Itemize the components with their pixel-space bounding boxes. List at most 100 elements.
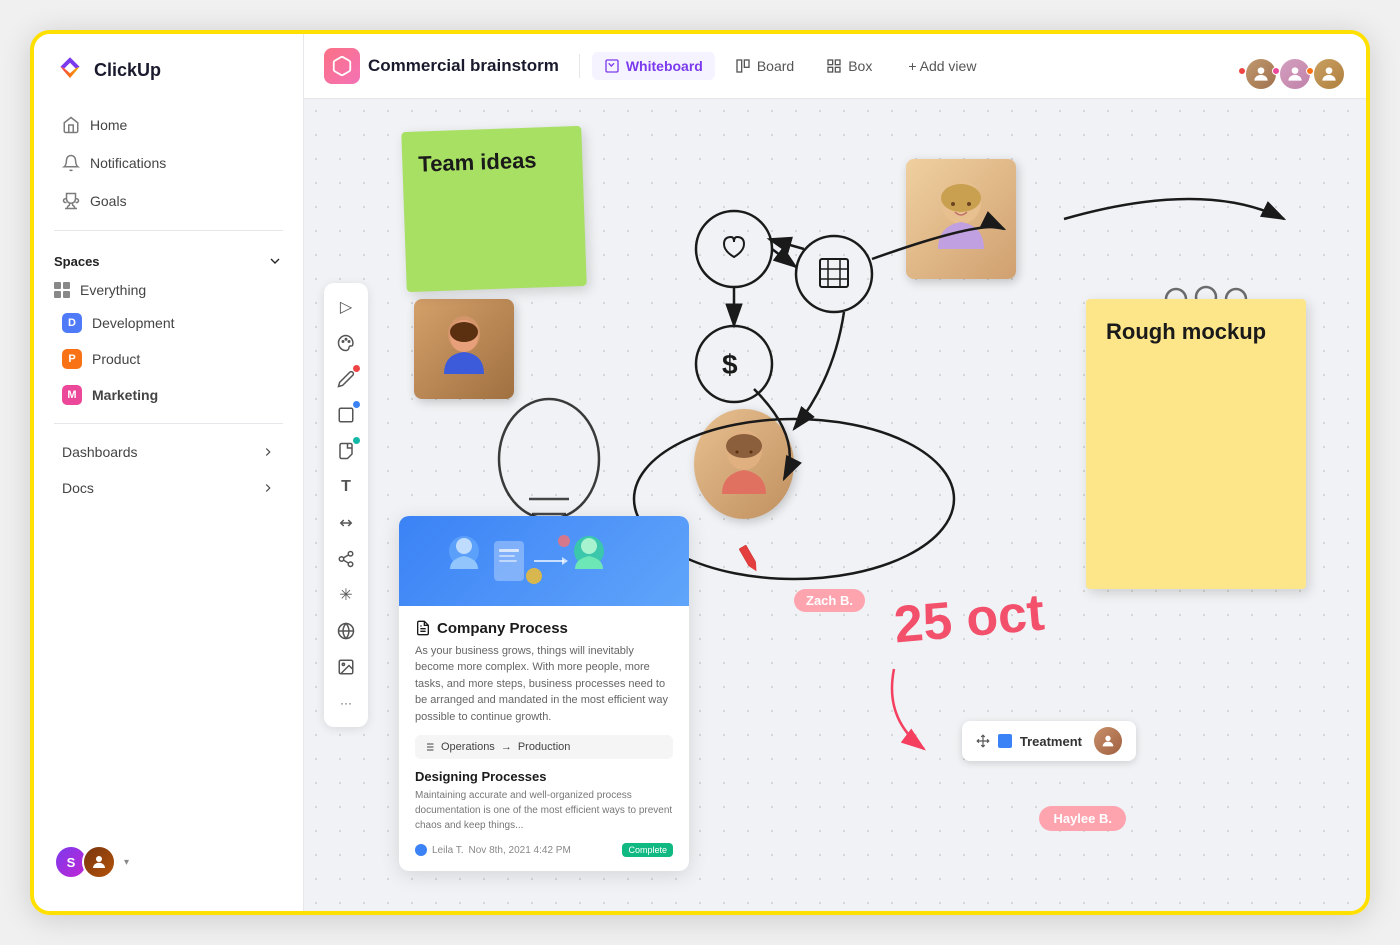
doc-complete-badge: Complete <box>622 843 673 857</box>
chevron-right-icon-2 <box>261 481 275 495</box>
person-photo-3 <box>694 409 794 519</box>
tool-palette[interactable] <box>330 327 362 359</box>
presence-dot-3 <box>1306 67 1314 75</box>
tool-globe[interactable] <box>330 615 362 647</box>
sidebar-item-docs[interactable]: Docs <box>42 471 295 505</box>
sticky-note-yellow[interactable]: Rough mockup <box>1086 299 1306 589</box>
doc-icon <box>415 620 431 636</box>
tool-text[interactable]: T <box>330 471 362 503</box>
everything-label: Everything <box>80 282 146 298</box>
collaborator-avatars <box>1244 57 1346 75</box>
sidebar-item-notifications[interactable]: Notifications <box>42 145 295 181</box>
dashboards-label: Dashboards <box>62 444 138 460</box>
topbar: Commercial brainstorm Whiteboard Board B… <box>304 34 1366 99</box>
doc-flow: Operations → Production <box>415 735 673 759</box>
presence-dot-2 <box>1272 67 1280 75</box>
whiteboard-label: Whiteboard <box>626 58 703 74</box>
doc-card-header <box>399 516 689 606</box>
sidebar-item-home[interactable]: Home <box>42 107 295 143</box>
sidebar-item-goals[interactable]: Goals <box>42 183 295 219</box>
pencil-dot <box>353 365 360 372</box>
doc-title: Company Process <box>415 620 673 637</box>
doc-section-title: Designing Processes <box>415 769 673 784</box>
doc-section-text: Maintaining accurate and well-organized … <box>415 788 673 833</box>
doc-card[interactable]: Company Process As your business grows, … <box>399 516 689 872</box>
haylee-label: Haylee B. <box>1039 806 1126 831</box>
divider-1 <box>54 230 283 231</box>
board-label: Board <box>757 58 794 74</box>
person-1-svg <box>434 314 494 384</box>
app-name: ClickUp <box>94 60 161 81</box>
user-avatar-2 <box>82 845 116 879</box>
tool-pencil[interactable] <box>330 363 362 395</box>
whiteboard-icon <box>604 58 620 74</box>
sidebar-item-development[interactable]: D Development <box>42 306 295 340</box>
sidebar: ClickUp Home Notifications Goals Spaces … <box>34 34 304 911</box>
tool-sticky[interactable] <box>330 435 362 467</box>
collab-3-container <box>1312 57 1346 75</box>
bell-icon <box>62 154 80 172</box>
main-content: Commercial brainstorm Whiteboard Board B… <box>304 34 1366 911</box>
tool-network[interactable] <box>330 543 362 575</box>
rect-dot <box>353 401 360 408</box>
notifications-label: Notifications <box>90 155 166 171</box>
tool-rectangle[interactable] <box>330 399 362 431</box>
canvas-toolbar: ▷ T <box>324 283 368 727</box>
development-label: Development <box>92 315 175 331</box>
doc-author-dot <box>415 844 427 856</box>
user-area[interactable]: S ▾ <box>34 833 303 891</box>
sticky-note-green[interactable]: Team ideas <box>401 126 586 292</box>
project-icon <box>324 48 360 84</box>
view-tab-whiteboard[interactable]: Whiteboard <box>592 52 715 80</box>
doc-illustration <box>424 521 664 601</box>
product-badge: P <box>62 349 82 369</box>
sticky-yellow-text: Rough mockup <box>1106 319 1266 344</box>
sticky-green-text: Team ideas <box>418 147 537 176</box>
box-icon <box>826 58 842 74</box>
canvas-area[interactable]: ▷ T <box>304 99 1366 911</box>
treatment-color-icon <box>998 734 1012 748</box>
spaces-header: Spaces <box>34 241 303 275</box>
marketing-label: Marketing <box>92 387 158 403</box>
doc-author: Leila T. Nov 8th, 2021 4:42 PM <box>415 844 571 856</box>
sidebar-item-marketing[interactable]: M Marketing <box>42 378 295 412</box>
add-view-button[interactable]: + Add view <box>896 52 988 80</box>
box-label: Box <box>848 58 872 74</box>
view-tab-board[interactable]: Board <box>723 52 806 80</box>
person-photo-2 <box>906 159 1016 279</box>
product-label: Product <box>92 351 140 367</box>
person-photo-1 <box>414 299 514 399</box>
sidebar-item-product[interactable]: P Product <box>42 342 295 376</box>
tool-image[interactable] <box>330 651 362 683</box>
svg-text:$: $ <box>722 349 738 380</box>
tool-sparkle[interactable]: ✳ <box>330 579 362 611</box>
home-icon <box>62 116 80 134</box>
zach-label: Zach B. <box>794 589 865 612</box>
tool-cursor[interactable]: ▷ <box>330 291 362 323</box>
chevron-right-icon <box>261 445 275 459</box>
presence-dot-1 <box>1238 67 1246 75</box>
sticky-dot <box>353 437 360 444</box>
tool-connector[interactable] <box>330 507 362 539</box>
goals-label: Goals <box>90 193 127 209</box>
treatment-card: Treatment <box>962 721 1136 761</box>
home-label: Home <box>90 117 127 133</box>
doc-footer: Leila T. Nov 8th, 2021 4:42 PM Complete <box>415 843 673 857</box>
collaborator-avatar-3 <box>1312 57 1346 91</box>
trophy-icon <box>62 192 80 210</box>
project-title: Commercial brainstorm <box>368 56 559 76</box>
development-badge: D <box>62 313 82 333</box>
user-chevron-icon: ▾ <box>124 857 129 868</box>
board-icon <box>735 58 751 74</box>
sidebar-item-dashboards[interactable]: Dashboards <box>42 435 295 469</box>
treatment-avatar <box>1094 727 1122 755</box>
tool-more[interactable]: ··· <box>330 687 362 719</box>
list-icon <box>423 741 435 753</box>
person-2-svg <box>926 174 996 264</box>
logo-area[interactable]: ClickUp <box>34 54 303 106</box>
view-tab-box[interactable]: Box <box>814 52 884 80</box>
topbar-divider <box>579 54 580 78</box>
sidebar-item-everything[interactable]: Everything <box>34 275 303 305</box>
clickup-logo-icon <box>54 54 86 86</box>
chevron-down-icon[interactable] <box>267 253 283 269</box>
